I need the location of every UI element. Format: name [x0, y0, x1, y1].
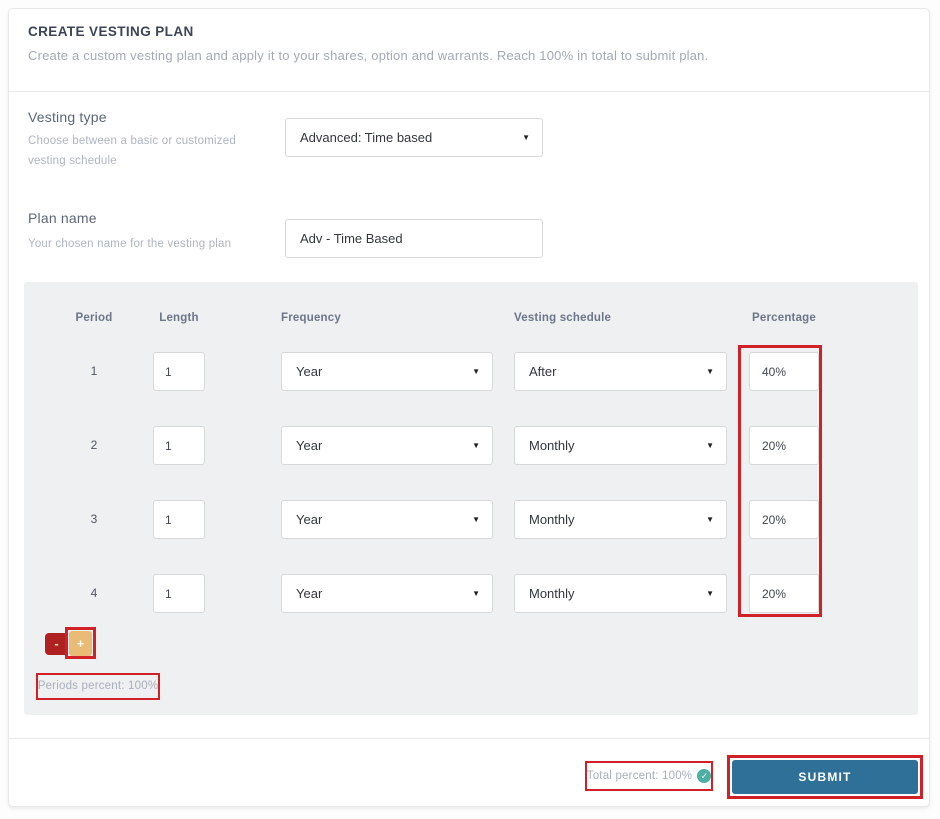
- total-percent-label: Total percent: 100%: [587, 770, 692, 782]
- table-row: 3 Year ▼ Monthly ▼: [24, 500, 918, 539]
- period-number: 4: [64, 574, 124, 613]
- schedule-value: Monthly: [529, 512, 706, 527]
- vesting-type-value: Advanced: Time based: [300, 130, 522, 145]
- remove-period-button[interactable]: -: [45, 633, 68, 655]
- frequency-value: Year: [296, 438, 472, 453]
- page-title: CREATE VESTING PLAN: [28, 24, 194, 39]
- vesting-plan-card: CREATE VESTING PLAN Create a custom vest…: [8, 8, 930, 807]
- periods-table: Period Length Frequency Vesting schedule…: [24, 282, 918, 715]
- col-header-length: Length: [153, 312, 205, 324]
- frequency-select[interactable]: Year ▼: [281, 500, 493, 539]
- footer-divider: [9, 738, 929, 739]
- percentage-input[interactable]: [749, 500, 819, 539]
- chevron-down-icon: ▼: [706, 441, 714, 450]
- chevron-down-icon: ▼: [706, 515, 714, 524]
- percentage-input[interactable]: [749, 352, 819, 391]
- chevron-down-icon: ▼: [472, 589, 480, 598]
- vesting-schedule-select[interactable]: Monthly ▼: [514, 426, 727, 465]
- chevron-down-icon: ▼: [472, 515, 480, 524]
- frequency-value: Year: [296, 512, 472, 527]
- table-row: 4 Year ▼ Monthly ▼: [24, 574, 918, 613]
- vesting-type-select[interactable]: Advanced: Time based ▼: [285, 118, 543, 157]
- vesting-schedule-select[interactable]: After ▼: [514, 352, 727, 391]
- col-header-schedule: Vesting schedule: [514, 312, 611, 324]
- frequency-value: Year: [296, 586, 472, 601]
- chevron-down-icon: ▼: [472, 441, 480, 450]
- schedule-value: Monthly: [529, 438, 706, 453]
- col-header-percentage: Percentage: [749, 312, 819, 324]
- header-divider: [9, 91, 929, 92]
- plan-name-help: Your chosen name for the vesting plan: [28, 234, 288, 254]
- length-input[interactable]: [153, 352, 205, 391]
- plan-name-input[interactable]: [285, 219, 543, 258]
- frequency-select[interactable]: Year ▼: [281, 426, 493, 465]
- table-row: 1 Year ▼ After ▼: [24, 352, 918, 391]
- vesting-type-label: Vesting type: [28, 109, 107, 125]
- page-subtitle: Create a custom vesting plan and apply i…: [28, 48, 708, 63]
- length-input[interactable]: [153, 574, 205, 613]
- check-circle-icon: ✓: [697, 769, 711, 783]
- table-row: 2 Year ▼ Monthly ▼: [24, 426, 918, 465]
- frequency-value: Year: [296, 364, 472, 379]
- vesting-schedule-select[interactable]: Monthly ▼: [514, 500, 727, 539]
- vesting-type-help: Choose between a basic or customized ves…: [28, 131, 268, 171]
- add-period-button[interactable]: +: [69, 631, 92, 656]
- chevron-down-icon: ▼: [706, 589, 714, 598]
- period-number: 3: [64, 500, 124, 539]
- col-header-period: Period: [64, 312, 124, 324]
- percentage-input[interactable]: [749, 574, 819, 613]
- chevron-down-icon: ▼: [706, 367, 714, 376]
- total-percent: Total percent: 100% ✓: [585, 761, 713, 791]
- percentage-input[interactable]: [749, 426, 819, 465]
- frequency-select[interactable]: Year ▼: [281, 352, 493, 391]
- create-vesting-plan-page: CREATE VESTING PLAN Create a custom vest…: [0, 0, 940, 819]
- schedule-value: After: [529, 364, 706, 379]
- frequency-select[interactable]: Year ▼: [281, 574, 493, 613]
- schedule-value: Monthly: [529, 586, 706, 601]
- chevron-down-icon: ▼: [522, 133, 530, 142]
- length-input[interactable]: [153, 500, 205, 539]
- col-header-frequency: Frequency: [281, 312, 341, 324]
- submit-button[interactable]: SUBMIT: [732, 760, 918, 794]
- vesting-schedule-select[interactable]: Monthly ▼: [514, 574, 727, 613]
- chevron-down-icon: ▼: [472, 367, 480, 376]
- period-number: 2: [64, 426, 124, 465]
- period-number: 1: [64, 352, 124, 391]
- periods-percent-label: Periods percent: 100%: [36, 673, 160, 700]
- plan-name-label: Plan name: [28, 210, 97, 226]
- length-input[interactable]: [153, 426, 205, 465]
